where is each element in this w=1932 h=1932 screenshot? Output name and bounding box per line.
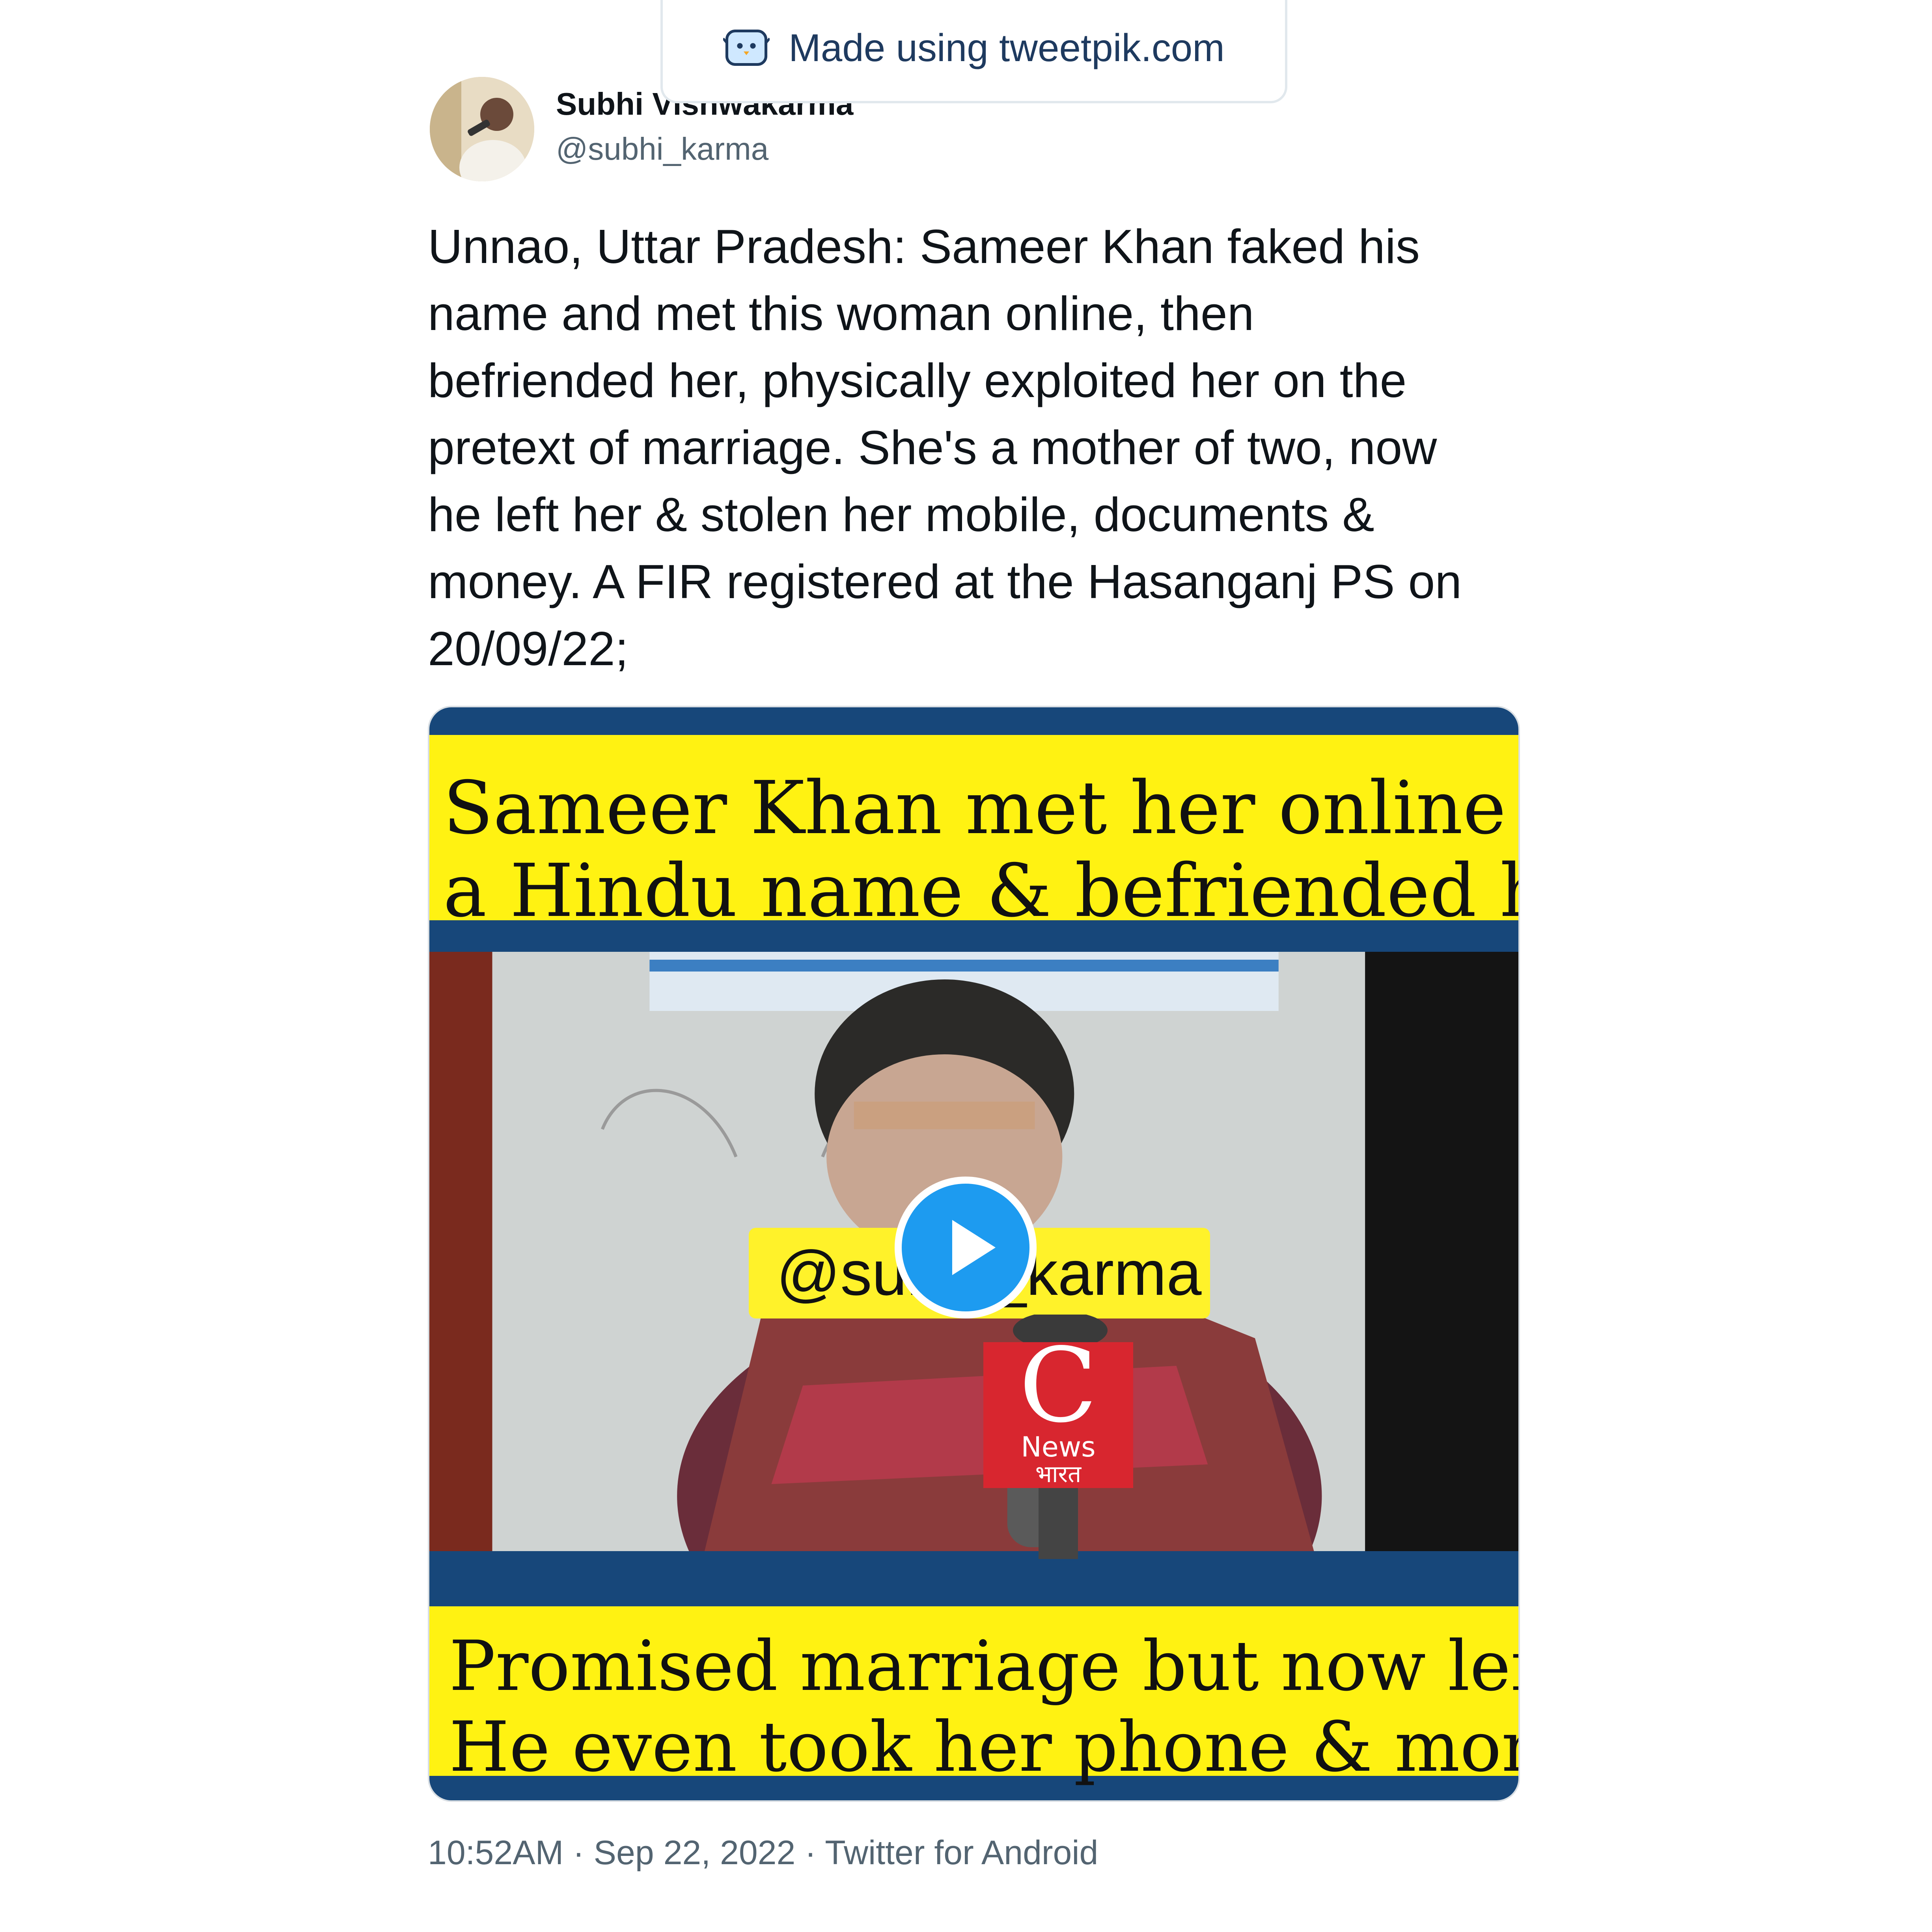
bottom-caption-line: He even took her phone & money <box>449 1707 1520 1787</box>
play-button[interactable] <box>895 1177 1037 1318</box>
news-microphone: C News भारत <box>983 1315 1133 1559</box>
svg-text:C: C <box>1019 1326 1098 1445</box>
tweet-time[interactable]: 10:52AM <box>428 1834 563 1872</box>
tweet-date[interactable]: Sep 22, 2022 <box>594 1834 796 1872</box>
tweet-source: Twitter for Android <box>825 1834 1098 1872</box>
meta-separator: · <box>563 1834 594 1872</box>
bottom-caption-line: Promised marriage but now left her, <box>449 1626 1518 1706</box>
mic-label-hindi: भारत <box>1035 1460 1082 1488</box>
top-caption-line: Sameer Khan met her online with <box>443 765 1518 850</box>
play-icon <box>952 1220 996 1275</box>
mic-label-news: News <box>1021 1431 1095 1463</box>
watermark-text: Made using tweetpik.com <box>789 26 1225 69</box>
tweet-meta: 10:52AM · Sep 22, 2022 · Twitter for And… <box>428 1833 1098 1872</box>
tweet-text: Unnao, Uttar Pradesh: Sameer Khan faked … <box>428 220 1462 675</box>
avatar[interactable] <box>430 77 534 181</box>
tweet-video[interactable]: Sameer Khan met her online with a Hindu … <box>428 706 1520 1802</box>
meta-separator: · <box>795 1834 825 1872</box>
tweetpik-watermark: Made using tweetpik.com <box>660 0 1287 103</box>
top-caption-banner: Sameer Khan met her online with a Hindu … <box>429 735 1518 932</box>
author-handle[interactable]: @subhi_karma <box>556 131 768 167</box>
top-caption-line: a Hindu name & befriended her <box>443 848 1520 933</box>
profile-photo <box>430 77 534 181</box>
bottom-caption-banner: Promised marriage but now left her, He e… <box>429 1606 1518 1787</box>
tweetpik-bird-icon <box>723 29 770 66</box>
